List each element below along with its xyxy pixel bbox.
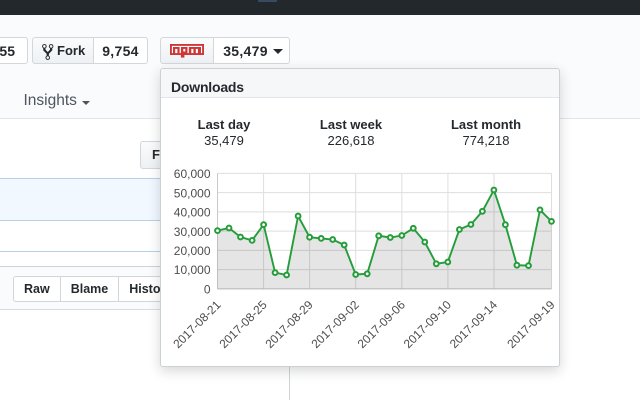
svg-text:2017-08-25: 2017-08-25 <box>216 297 270 351</box>
svg-text:10,000: 10,000 <box>174 263 211 277</box>
svg-text:2017-08-29: 2017-08-29 <box>262 297 316 351</box>
svg-text:2017-09-19: 2017-09-19 <box>504 297 558 351</box>
svg-text:50,000: 50,000 <box>174 186 211 200</box>
svg-text:2017-09-06: 2017-09-06 <box>355 297 409 351</box>
svg-text:20,000: 20,000 <box>174 244 211 258</box>
svg-text:60,000: 60,000 <box>174 167 211 181</box>
svg-text:40,000: 40,000 <box>174 206 211 220</box>
svg-text:2017-09-10: 2017-09-10 <box>401 297 455 351</box>
svg-text:2017-09-14: 2017-09-14 <box>447 297 501 351</box>
svg-text:30,000: 30,000 <box>174 225 211 239</box>
svg-text:0: 0 <box>204 283 211 297</box>
svg-text:2017-09-02: 2017-09-02 <box>309 297 363 351</box>
svg-text:2017-08-21: 2017-08-21 <box>170 297 224 351</box>
